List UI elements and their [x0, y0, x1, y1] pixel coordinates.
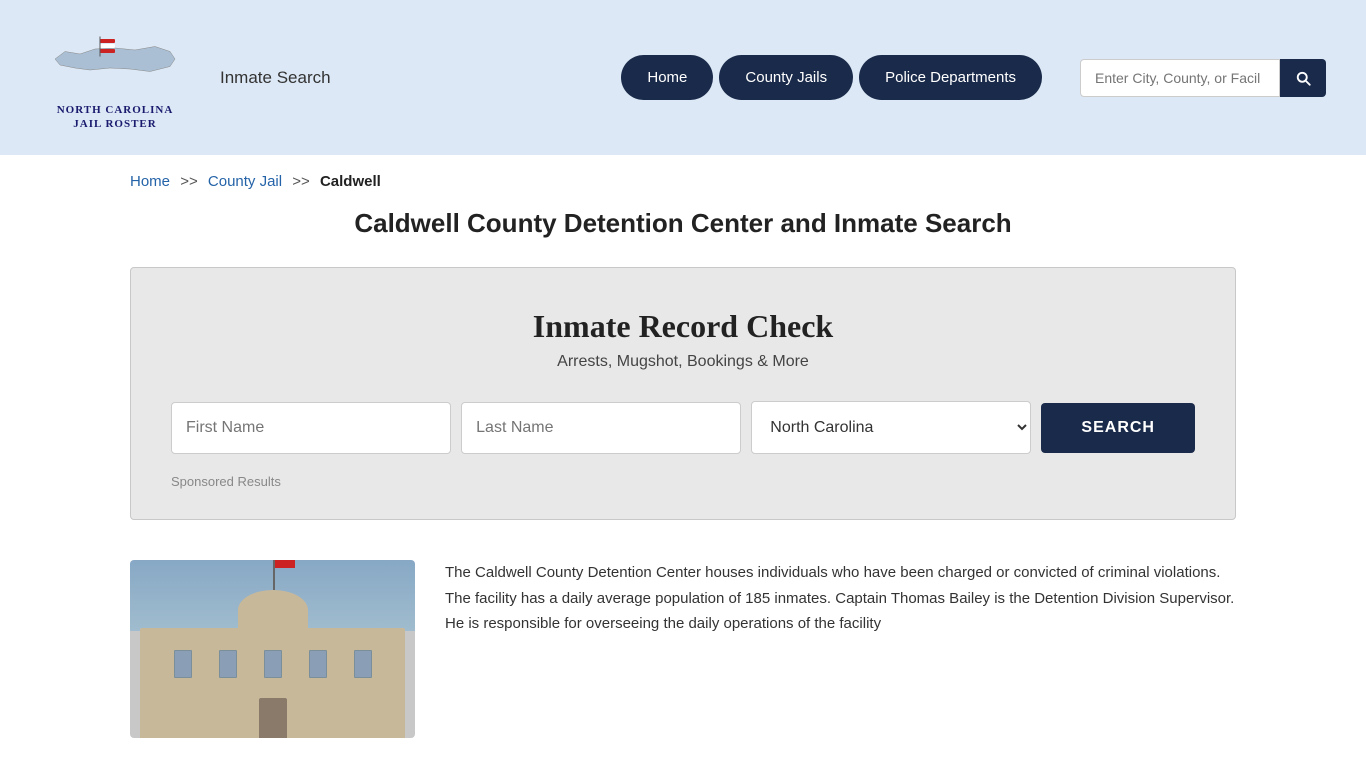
bottom-section: The Caldwell County Detention Center hou… — [130, 560, 1236, 738]
breadcrumb-home-link[interactable]: Home — [130, 173, 170, 190]
record-check-box: Inmate Record Check Arrests, Mugshot, Bo… — [130, 267, 1236, 520]
facility-image — [130, 560, 415, 738]
breadcrumb-current: Caldwell — [320, 173, 381, 190]
search-icon — [1294, 69, 1312, 87]
record-check-subtitle: Arrests, Mugshot, Bookings & More — [171, 353, 1195, 371]
main-content: Caldwell County Detention Center and Inm… — [0, 208, 1366, 778]
header-search-area — [1080, 59, 1326, 97]
nav-home-button[interactable]: Home — [621, 55, 713, 100]
logo-link[interactable]: NORTH CAROLINA JAIL ROSTER — [40, 24, 190, 132]
facility-description: The Caldwell County Detention Center hou… — [445, 560, 1236, 637]
first-name-input[interactable] — [171, 402, 451, 454]
page-title: Caldwell County Detention Center and Inm… — [130, 208, 1236, 239]
state-select[interactable]: North Carolina Alabama Alaska Arizona Ar… — [751, 401, 1031, 454]
site-header: NORTH CAROLINA JAIL ROSTER Inmate Search… — [0, 0, 1366, 155]
header-search-input[interactable] — [1080, 59, 1280, 97]
logo-text: NORTH CAROLINA JAIL ROSTER — [57, 103, 174, 132]
nc-map-icon — [50, 24, 180, 99]
breadcrumb: Home >> County Jail >> Caldwell — [0, 155, 1366, 208]
breadcrumb-sep2: >> — [292, 173, 310, 190]
search-main-button[interactable]: SEARCH — [1041, 403, 1195, 453]
last-name-input[interactable] — [461, 402, 741, 454]
breadcrumb-county-jail-link[interactable]: County Jail — [208, 173, 282, 190]
search-form-row: North Carolina Alabama Alaska Arizona Ar… — [171, 401, 1195, 454]
breadcrumb-sep1: >> — [180, 173, 198, 190]
nav-county-jails-button[interactable]: County Jails — [719, 55, 853, 100]
nav-police-departments-button[interactable]: Police Departments — [859, 55, 1042, 100]
main-nav: Home County Jails Police Departments — [621, 55, 1042, 100]
header-search-button[interactable] — [1280, 59, 1326, 97]
sponsored-results-label: Sponsored Results — [171, 474, 1195, 489]
inmate-search-label: Inmate Search — [220, 68, 331, 88]
record-check-title: Inmate Record Check — [171, 308, 1195, 345]
